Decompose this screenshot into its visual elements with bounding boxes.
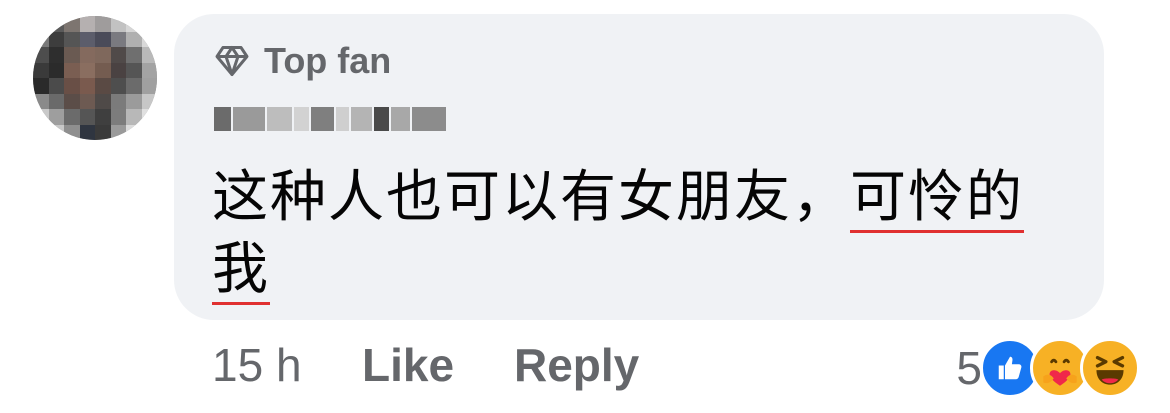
commenter-name[interactable] [214,101,446,137]
comment-text: 这种人也可以有女朋友，可怜的 我 [212,162,1082,306]
spellcheck-underlined-text: 可怜的 [850,165,1024,233]
haha-reaction-icon [1080,338,1140,398]
diamond-icon [215,46,249,76]
comment-text-main: 这种人也可以有女朋友， [212,165,850,230]
spellcheck-underlined-text-2: 我 [212,237,270,305]
like-button[interactable]: Like [362,338,454,392]
reactions-summary[interactable]: 5 [956,338,1140,398]
avatar[interactable] [33,16,157,140]
reaction-count: 5 [956,342,982,394]
timestamp[interactable]: 15 h [212,338,302,392]
top-fan-badge: Top fan [214,40,391,82]
badge-label: Top fan [264,40,392,81]
reply-button[interactable]: Reply [514,338,639,392]
